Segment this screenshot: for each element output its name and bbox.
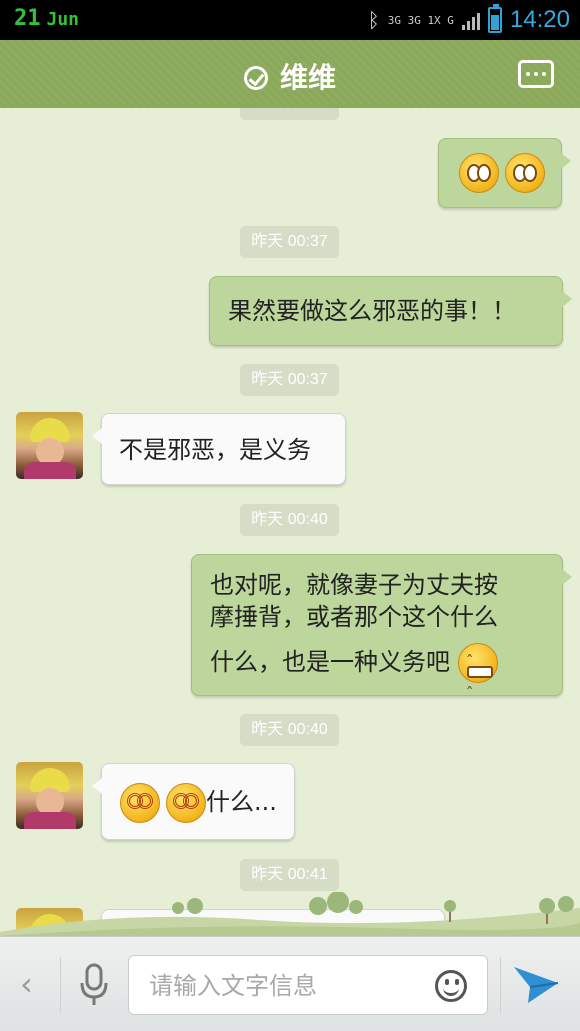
more-icon[interactable] [518, 60, 554, 88]
status-bar: 21 Jun ᛒ 3G 3G 1X G 14:20 [0, 0, 580, 40]
message-text: 不是邪恶，是义务 [119, 436, 311, 464]
smile-icon[interactable] [435, 970, 467, 1002]
divider [500, 957, 501, 1013]
dizzy-emoji-icon [166, 783, 206, 823]
message-line: 什么，也是一种义务吧 [210, 648, 450, 676]
chat-area[interactable]: 昨天 00:37 果然要做这么邪恶的事！！ 昨天 00:37 不是邪恶，是义务 … [0, 108, 580, 936]
message-text: 什么... [206, 788, 277, 816]
eye-roll-emoji-icon [459, 153, 499, 193]
eye-roll-emoji-icon [505, 153, 545, 193]
timestamp: 昨天 00:41 [240, 859, 339, 891]
divider [60, 957, 61, 1013]
microphone-icon[interactable] [78, 963, 110, 1007]
bluetooth-icon: ᛒ [367, 8, 380, 32]
chat-header: 维维 [0, 40, 580, 108]
status-month: Jun [46, 9, 80, 30]
timestamp: 昨天 00:40 [240, 504, 339, 536]
input-bar: ‹ 请输入文字信息 [0, 936, 580, 1031]
incoming-message[interactable]: 不是邪恶，是义务 [92, 413, 346, 485]
battery-icon [487, 4, 502, 33]
scenery-decoration [0, 892, 580, 936]
timestamp: 昨天 00:37 [240, 226, 339, 258]
message-text: 果然要做这么邪恶的事！！ [228, 297, 516, 325]
send-icon[interactable] [512, 963, 560, 1007]
status-time: 14:20 [509, 6, 570, 33]
network-type: 3G 3G 1X G [387, 13, 454, 27]
signal-icon [461, 10, 480, 30]
outgoing-message[interactable] [438, 138, 571, 208]
message-line: 摩捶背，或者那个这个什么 [210, 603, 498, 631]
back-chevron-icon[interactable]: ‹ [20, 965, 33, 1003]
check-icon [243, 66, 268, 90]
avatar[interactable] [16, 762, 83, 829]
status-icons: ᛒ 3G 3G 1X G 14:20 [368, 4, 570, 36]
status-date: 21 Jun [14, 6, 79, 31]
outgoing-message[interactable]: 也对呢，就像妻子为丈夫按 摩捶背，或者那个这个什么 什么，也是一种义务吧 [191, 554, 572, 710]
dizzy-emoji-icon [120, 783, 160, 823]
message-line-wrap: 什么，也是一种义务吧 [210, 643, 562, 710]
avatar[interactable] [16, 412, 83, 479]
status-day: 21 [14, 6, 41, 31]
grin-emoji-icon [457, 643, 498, 710]
message-input[interactable]: 请输入文字信息 [128, 955, 488, 1015]
timestamp: 昨天 00:40 [240, 714, 339, 746]
incoming-message[interactable]: 什么... [92, 763, 295, 840]
outgoing-message[interactable]: 果然要做这么邪恶的事！！ [209, 276, 572, 346]
timestamp: 昨天 00:37 [240, 364, 339, 396]
contact-name: 维维 [279, 61, 336, 94]
message-line: 也对呢，就像妻子为丈夫按 [210, 571, 498, 599]
timestamp-partial [240, 108, 339, 120]
contact-name-wrap: 维维 [0, 56, 580, 96]
message-input-placeholder: 请输入文字信息 [149, 972, 317, 1000]
